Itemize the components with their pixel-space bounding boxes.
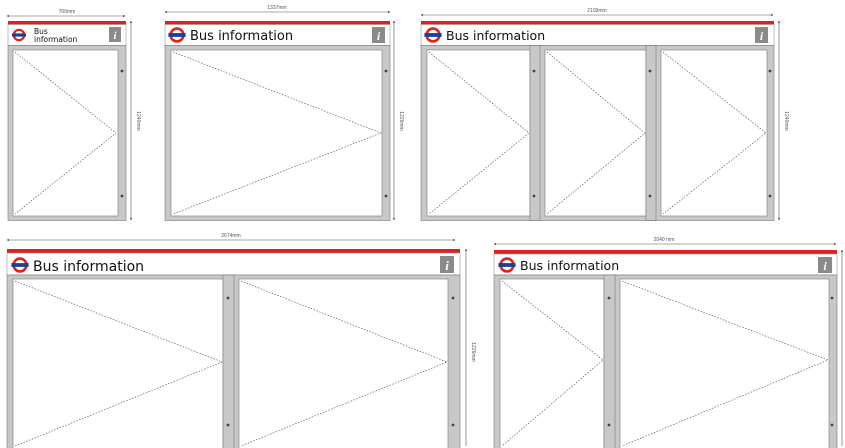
height-dimension-label: 1240mm	[135, 111, 141, 130]
lock-dot	[648, 194, 652, 198]
lock-dot	[648, 69, 652, 73]
divider-post	[222, 274, 235, 448]
poster-window	[12, 278, 224, 448]
header-title: Bus information	[190, 29, 293, 44]
poster-window	[238, 278, 449, 448]
header-title: Bus information	[33, 259, 144, 275]
poster-window	[499, 278, 605, 448]
lock-dot	[830, 423, 834, 427]
lock-dot	[120, 69, 124, 73]
width-dimension-label: 1337mm	[267, 5, 286, 11]
svg-text:i: i	[445, 258, 449, 273]
panel-700mm: 700mm Bus information i 1240mm	[6, 9, 141, 221]
lock-dot	[532, 194, 536, 198]
poster-window	[170, 49, 383, 217]
poster-window	[12, 49, 119, 217]
red-stripe	[7, 249, 460, 253]
divider-post	[603, 274, 616, 448]
red-stripe	[421, 21, 774, 25]
lock-dot	[226, 423, 230, 427]
bus-info-panels-diagram: 700mm Bus information i 1240mm 1337mm Bu…	[6, 5, 844, 448]
header-title: Bus information	[446, 28, 545, 43]
lock-dot	[768, 194, 772, 198]
panel-2109mm: 2109mm Bus information i 1240mm	[420, 8, 789, 221]
poster-window	[426, 49, 531, 217]
lock-dot	[451, 423, 455, 427]
panel-2040mm: 2040 mm Bus information i	[493, 237, 844, 448]
width-dimension-label: 2109mm	[587, 8, 606, 14]
height-dimension-label: 1240mm	[783, 111, 789, 130]
lock-dot	[451, 296, 455, 300]
width-dimension-label: 2040 mm	[654, 237, 675, 243]
lock-dot	[607, 423, 611, 427]
width-dimension-label: 700mm	[59, 9, 76, 15]
red-stripe	[8, 21, 126, 25]
lock-dot	[768, 69, 772, 73]
panel-1337mm: 1337mm Bus information i 1226mm	[164, 5, 404, 221]
header-title: Bus information	[520, 258, 619, 273]
poster-window	[660, 49, 768, 217]
poster-window	[544, 49, 647, 217]
height-dimension-label: 1226mm	[470, 342, 476, 361]
header-title-line2: information	[34, 35, 78, 44]
lock-dot	[830, 296, 834, 300]
lock-dot	[226, 296, 230, 300]
lock-dot	[120, 194, 124, 198]
poster-window	[619, 278, 830, 448]
red-stripe	[494, 250, 837, 254]
width-dimension-label: 2674mm	[221, 233, 240, 239]
lock-dot	[532, 69, 536, 73]
red-stripe	[165, 21, 390, 25]
panel-2674mm: 2674mm Bus information i 1226mm	[6, 233, 476, 448]
lock-dot	[384, 194, 388, 198]
lock-dot	[607, 296, 611, 300]
height-dimension-label: 1226mm	[398, 111, 404, 130]
lock-dot	[384, 69, 388, 73]
